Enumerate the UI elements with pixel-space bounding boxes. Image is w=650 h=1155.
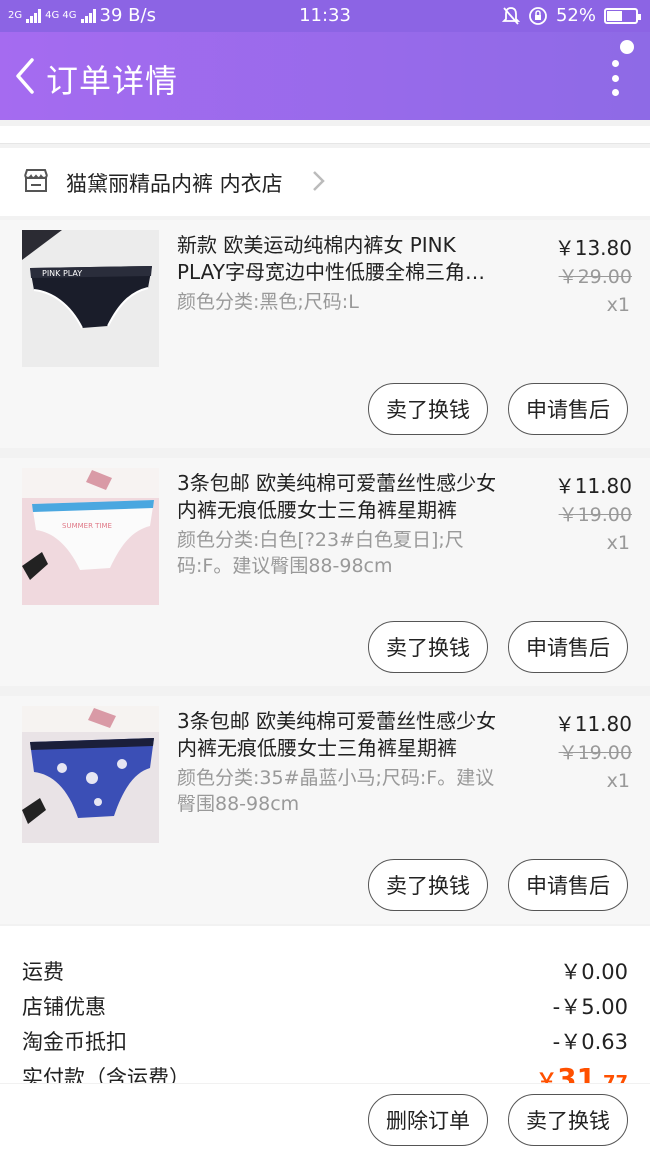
top-nav-bar: 订单详情 (0, 32, 650, 120)
battery-icon (604, 7, 641, 24)
mute-bell-icon (501, 6, 520, 25)
product-thumbnail[interactable] (22, 706, 159, 843)
product-quantity: x1 (606, 294, 630, 316)
thumb-brand-text: SUMMER TIME (62, 522, 112, 530)
page-title: 订单详情 (46, 62, 179, 100)
original-price: ￥19.00 (558, 504, 632, 526)
bottom-action-bar: 删除订单 卖了换钱 (0, 1083, 650, 1155)
order-item[interactable]: 3条包邮 欧美纯棉可爱蕾丝性感少女内裤无痕低腰女士三角裤星期裤 颜色分类:35#… (0, 696, 650, 924)
product-price: ￥11.80 (554, 712, 632, 736)
original-price: ￥19.00 (558, 742, 632, 764)
product-variant: 颜色分类:白色[?23#白色夏日];尺码:F。建议臀围88-98cm (177, 529, 464, 577)
product-thumbnail[interactable]: SUMMER TIME (22, 468, 159, 605)
shop-icon (24, 169, 48, 192)
product-quantity: x1 (606, 532, 630, 554)
product-variant: 颜色分类:35#晶蓝小马;尺码:F。建议臀围88-98cm (177, 767, 495, 815)
coin-deduction-row: 淘金币抵扣 -￥0.63 (22, 1026, 628, 1056)
sell-for-cash-button[interactable]: 卖了换钱 (368, 859, 488, 911)
shop-discount-row: 店铺优惠 -￥5.00 (22, 991, 628, 1021)
product-thumbnail[interactable]: PINK PLAY (22, 230, 159, 367)
order-item[interactable]: PINK PLAY 新款 欧美运动纯棉内裤女 PINK PLAY字母宽边中性低腰… (0, 220, 650, 448)
status-bar: 2G 4G 4G 39 B/s 11:33 52% (0, 0, 650, 32)
shop-name: 猫黛丽精品内裤 内衣店 (66, 172, 283, 196)
product-price: ￥11.80 (554, 474, 632, 498)
delete-order-button[interactable]: 删除订单 (368, 1094, 488, 1146)
after-sales-button[interactable]: 申请售后 (508, 859, 628, 911)
product-quantity: x1 (606, 770, 630, 792)
shop-discount-label: 店铺优惠 (22, 995, 106, 1019)
product-price: ￥13.80 (554, 236, 632, 260)
coin-deduction-value: -￥0.63 (552, 1030, 628, 1054)
order-status-strip (0, 126, 650, 144)
product-variant: 颜色分类:黑色;尺码:L (177, 291, 359, 313)
shipping-label: 运费 (22, 960, 64, 984)
coin-deduction-label: 淘金币抵扣 (22, 1030, 127, 1054)
sell-for-cash-button[interactable]: 卖了换钱 (368, 621, 488, 673)
shop-row[interactable]: 猫黛丽精品内裤 内衣店 (0, 148, 650, 216)
shop-discount-value: -￥5.00 (552, 995, 628, 1019)
product-name[interactable]: 新款 欧美运动纯棉内裤女 PINK PLAY字母宽边中性低腰全棉三角… (177, 232, 507, 286)
battery-percent: 52% (555, 5, 596, 26)
shipping-value: ￥0.00 (560, 960, 628, 984)
shipping-row: 运费 ￥0.00 (22, 956, 628, 986)
after-sales-button[interactable]: 申请售后 (508, 621, 628, 673)
sell-for-cash-button[interactable]: 卖了换钱 (508, 1094, 628, 1146)
product-name[interactable]: 3条包邮 欧美纯棉可爱蕾丝性感少女内裤无痕低腰女士三角裤星期裤 (177, 708, 507, 762)
after-sales-button[interactable]: 申请售后 (508, 383, 628, 435)
back-arrow-icon[interactable] (10, 54, 40, 98)
chevron-right-icon (313, 171, 325, 191)
rotation-lock-icon (529, 6, 547, 25)
notification-dot (620, 40, 634, 54)
order-item[interactable]: SUMMER TIME 3条包邮 欧美纯棉可爱蕾丝性感少女内裤无痕低腰女士三角裤… (0, 458, 650, 686)
product-name[interactable]: 3条包邮 欧美纯棉可爱蕾丝性感少女内裤无痕低腰女士三角裤星期裤 (177, 470, 507, 524)
more-menu-icon[interactable] (610, 60, 620, 96)
sell-for-cash-button[interactable]: 卖了换钱 (368, 383, 488, 435)
thumb-brand-text: PINK PLAY (42, 269, 82, 278)
original-price: ￥29.00 (558, 266, 632, 288)
